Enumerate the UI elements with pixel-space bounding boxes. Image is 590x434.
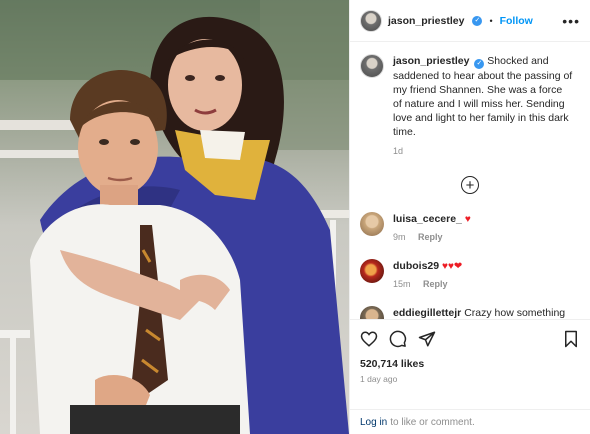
- comment-username[interactable]: eddiegillettejr: [393, 307, 461, 319]
- comment-username[interactable]: dubois29: [393, 260, 439, 272]
- post-photo[interactable]: [0, 0, 349, 434]
- commenter-avatar[interactable]: [360, 306, 384, 319]
- comment-username[interactable]: luisa_cecere_: [393, 213, 462, 225]
- post-header: jason_priestley ✓ • Follow •••: [350, 0, 590, 42]
- caption-username[interactable]: jason_priestley: [393, 55, 469, 67]
- commenter-avatar[interactable]: [360, 259, 384, 283]
- caption-avatar[interactable]: [360, 54, 384, 78]
- comment-meta: 9m Reply: [393, 232, 583, 242]
- post-modal: jason_priestley ✓ • Follow ••• jason_pri…: [0, 0, 590, 434]
- load-more-comments: +: [360, 176, 580, 194]
- comment-item: luisa_cecere_ ♥ 9m Reply: [360, 212, 580, 242]
- author-username[interactable]: jason_priestley: [388, 15, 464, 27]
- caption-time[interactable]: 1d: [393, 146, 573, 156]
- comment-text: ♥♥❤: [442, 261, 463, 272]
- more-options-icon[interactable]: •••: [562, 13, 580, 29]
- post-date[interactable]: 1 day ago: [360, 374, 580, 384]
- comment-text: ♥: [464, 214, 471, 225]
- comment-meta: 15m Reply: [393, 279, 583, 289]
- reply-button[interactable]: Reply: [423, 279, 448, 289]
- caption-text-block: jason_priestley ✓ Shocked and saddened t…: [393, 54, 573, 139]
- commenter-avatar[interactable]: [360, 212, 384, 236]
- heart-icon[interactable]: [360, 330, 378, 348]
- login-link[interactable]: Log in: [360, 417, 387, 428]
- post-caption: jason_priestley ✓ Shocked and saddened t…: [360, 54, 580, 156]
- header-separator: •: [489, 15, 493, 26]
- photo-illustration: [0, 0, 349, 434]
- comment-text-block: luisa_cecere_ ♥: [393, 212, 583, 227]
- action-icons: [360, 328, 580, 350]
- login-prompt-text: to like or comment.: [390, 416, 475, 428]
- follow-button[interactable]: Follow: [500, 15, 533, 27]
- share-icon[interactable]: [418, 330, 436, 348]
- comment-time[interactable]: 9m: [393, 232, 406, 242]
- post-side-panel: jason_priestley ✓ • Follow ••• jason_pri…: [349, 0, 590, 434]
- comment-icon[interactable]: [389, 330, 407, 348]
- save-icon[interactable]: [562, 330, 580, 348]
- comments-section[interactable]: jason_priestley ✓ Shocked and saddened t…: [350, 42, 590, 319]
- comment-text-block: dubois29 ♥♥❤: [393, 259, 583, 274]
- verified-badge-icon: ✓: [472, 15, 483, 26]
- likes-count[interactable]: 520,714 likes: [360, 358, 580, 370]
- comment-item: eddiegillettejr Crazy how something you …: [360, 306, 580, 319]
- verified-badge-icon: ✓: [474, 59, 485, 69]
- login-prompt: Log in to like or comment.: [350, 409, 590, 434]
- author-avatar[interactable]: [360, 9, 382, 32]
- comment-item: dubois29 ♥♥❤ 15m Reply: [360, 259, 580, 289]
- reply-button[interactable]: Reply: [418, 232, 443, 242]
- comment-text-block: eddiegillettejr Crazy how something you …: [393, 306, 583, 319]
- plus-circle-icon[interactable]: +: [461, 176, 479, 194]
- comment-time[interactable]: 15m: [393, 279, 411, 289]
